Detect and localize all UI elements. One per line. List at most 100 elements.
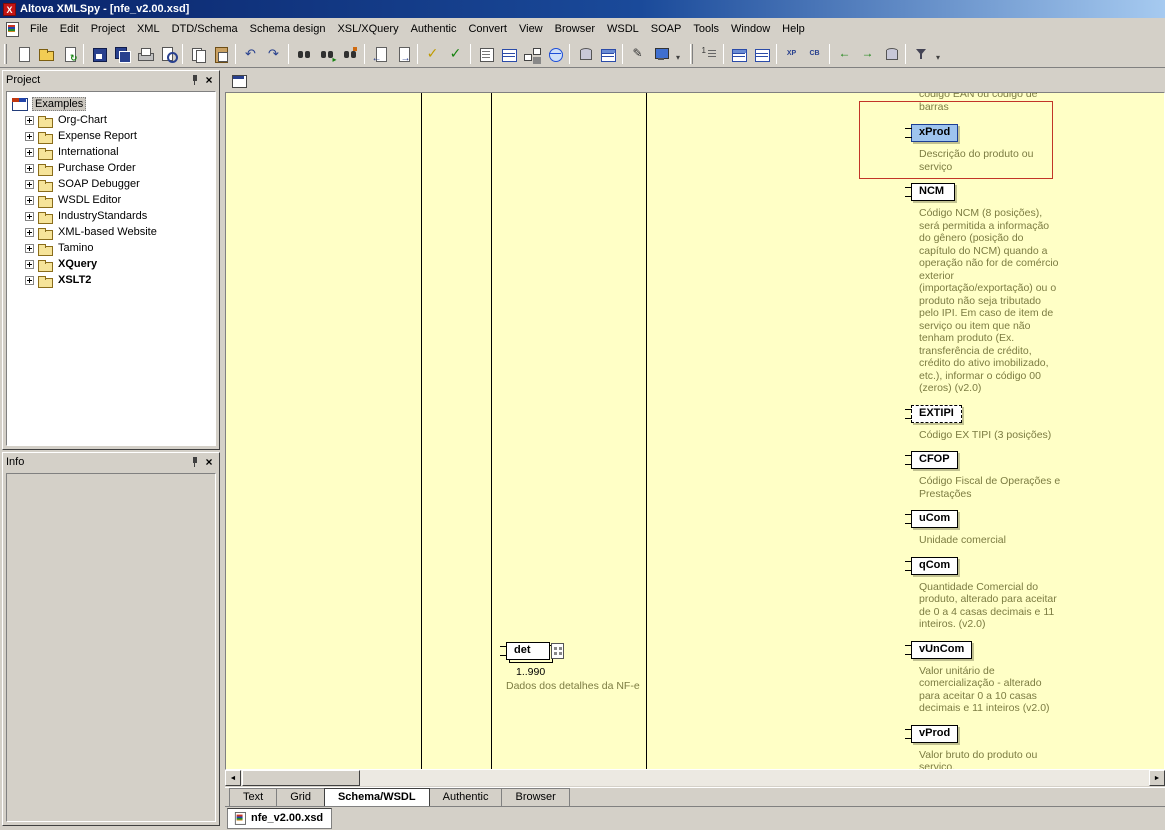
table-button[interactable] (596, 43, 619, 65)
expand-plus-icon[interactable] (25, 244, 34, 253)
text-view-button[interactable] (474, 43, 497, 65)
copy-button[interactable] (186, 43, 209, 65)
toolbar-overflow-button[interactable] (932, 43, 944, 65)
project-tree-item[interactable]: Org-Chart (9, 112, 213, 128)
xpath-button[interactable] (780, 43, 803, 65)
redo-button[interactable] (262, 43, 285, 65)
expand-plus-icon[interactable] (25, 180, 34, 189)
expand-plus-icon[interactable] (25, 116, 34, 125)
expand-plus-icon[interactable] (25, 196, 34, 205)
titlebar[interactable]: Altova XMLSpy - [nfe_v2.00.xsd] (0, 0, 1165, 18)
next-step-button[interactable] (856, 43, 879, 65)
expand-children-icon[interactable] (551, 643, 564, 659)
schema-element-box[interactable]: vProd (911, 725, 958, 743)
menu-item[interactable]: WSDL (601, 20, 645, 38)
expand-plus-icon[interactable] (25, 276, 34, 285)
export-button[interactable] (391, 43, 414, 65)
file-tab[interactable]: nfe_v2.00.xsd (227, 808, 332, 829)
expand-plus-icon[interactable] (25, 132, 34, 141)
schema-element-box[interactable]: EXTIPI (911, 405, 962, 423)
view-tab[interactable]: Text (229, 788, 277, 806)
open-button[interactable] (34, 43, 57, 65)
pin-icon[interactable] (188, 73, 202, 86)
expand-plus-icon[interactable] (25, 228, 34, 237)
menu-item[interactable]: Convert (462, 20, 513, 38)
save-all-button[interactable] (110, 43, 133, 65)
det-element-box[interactable]: det (506, 642, 550, 660)
database-query-button[interactable] (879, 43, 902, 65)
view-tab[interactable]: Grid (276, 788, 325, 806)
print-preview-button[interactable] (156, 43, 179, 65)
menu-item[interactable]: Schema design (244, 20, 332, 38)
expand-plus-icon[interactable] (25, 164, 34, 173)
menu-item[interactable]: XSL/XQuery (331, 20, 404, 38)
scroll-thumb[interactable] (242, 770, 360, 786)
toolbar-grip[interactable] (690, 44, 693, 64)
expand-plus-icon[interactable] (25, 260, 34, 269)
project-tree-item[interactable]: WSDL Editor (9, 192, 213, 208)
menu-item[interactable]: Tools (687, 20, 725, 38)
find-next-button[interactable] (315, 43, 338, 65)
project-tree-item[interactable]: XML-based Website (9, 224, 213, 240)
schema-element-box[interactable]: vUnCom (911, 641, 972, 659)
browser-view-button[interactable] (543, 43, 566, 65)
menu-item[interactable]: Project (85, 20, 131, 38)
pin-icon[interactable] (188, 455, 202, 468)
project-tree-item[interactable]: XSLT2 (9, 272, 213, 288)
schema-design-view[interactable]: det 1..990 Dados dos detalhes da NF-e có… (225, 92, 1165, 770)
menu-item[interactable]: SOAP (645, 20, 688, 38)
close-icon[interactable] (202, 73, 216, 86)
check-well-formed-button[interactable] (421, 43, 444, 65)
toolbar-overflow-button[interactable] (672, 43, 684, 65)
filter-button[interactable] (909, 43, 932, 65)
schema-element-box[interactable]: uCom (911, 510, 958, 528)
horizontal-scrollbar[interactable] (225, 770, 1165, 786)
project-root-item[interactable]: Examples (9, 96, 213, 112)
undo-button[interactable] (239, 43, 262, 65)
line-numbers-button[interactable] (697, 43, 720, 65)
project-tree-item[interactable]: SOAP Debugger (9, 176, 213, 192)
print-button[interactable] (133, 43, 156, 65)
attribute-table-button[interactable] (750, 43, 773, 65)
authentic-view-button[interactable] (626, 43, 649, 65)
project-tree-item[interactable]: IndustryStandards (9, 208, 213, 224)
menu-item[interactable]: Authentic (405, 20, 463, 38)
menu-item[interactable]: View (513, 20, 549, 38)
grid-view-button[interactable] (497, 43, 520, 65)
replace-button[interactable] (338, 43, 361, 65)
project-tree-item[interactable]: Tamino (9, 240, 213, 256)
scroll-right-button[interactable] (1149, 770, 1165, 786)
code-browser-button[interactable] (803, 43, 826, 65)
monitor-button[interactable] (649, 43, 672, 65)
view-tab[interactable]: Schema/WSDL (324, 788, 430, 806)
project-tree-item[interactable]: Expense Report (9, 128, 213, 144)
close-icon[interactable] (202, 455, 216, 468)
menu-item[interactable]: Help (776, 20, 811, 38)
import-button[interactable] (368, 43, 391, 65)
schema-element-box[interactable]: qCom (911, 557, 958, 575)
project-tree-item[interactable]: XQuery (9, 256, 213, 272)
project-tree-item[interactable]: Purchase Order (9, 160, 213, 176)
new-file-button[interactable] (11, 43, 34, 65)
expand-plus-icon[interactable] (25, 212, 34, 221)
expand-plus-icon[interactable] (25, 148, 34, 157)
menu-item[interactable]: DTD/Schema (166, 20, 244, 38)
paste-button[interactable] (209, 43, 232, 65)
schema-element-box[interactable]: NCM (911, 183, 955, 201)
menu-item[interactable]: XML (131, 20, 166, 38)
menu-item[interactable]: Window (725, 20, 776, 38)
find-button[interactable] (292, 43, 315, 65)
validate-button[interactable] (444, 43, 467, 65)
menu-item[interactable]: Edit (54, 20, 85, 38)
schema-element-box[interactable]: CFOP (911, 451, 958, 469)
schema-overview-button[interactable] (227, 70, 250, 92)
prev-step-button[interactable] (833, 43, 856, 65)
save-button[interactable] (87, 43, 110, 65)
view-tab[interactable]: Authentic (429, 788, 503, 806)
reload-button[interactable] (57, 43, 80, 65)
view-tab[interactable]: Browser (501, 788, 569, 806)
schema-view-button[interactable] (520, 43, 543, 65)
database-button[interactable] (573, 43, 596, 65)
toolbar-grip[interactable] (4, 44, 7, 64)
menu-item[interactable]: File (24, 20, 54, 38)
